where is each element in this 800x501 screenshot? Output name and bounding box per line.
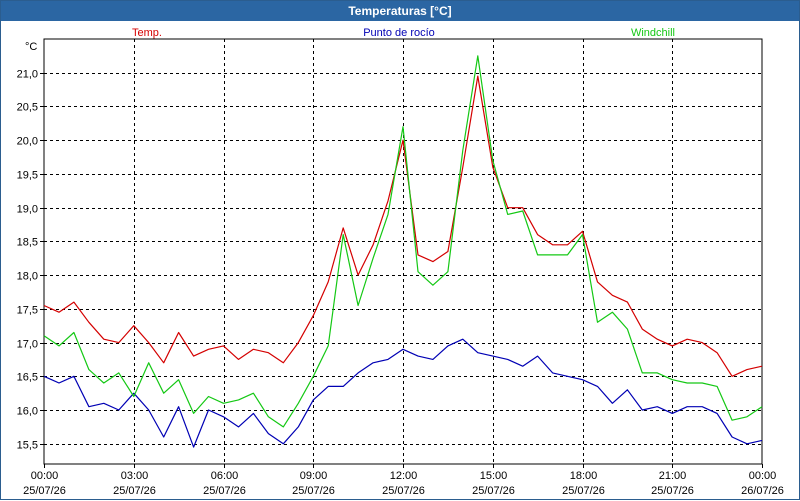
y-tick-label: 19,5 — [17, 170, 38, 182]
x-tick-date-label: 26/07/26 — [741, 485, 784, 497]
y-tick-label: 17,0 — [17, 339, 38, 351]
x-tick-date-label: 25/07/26 — [562, 485, 605, 497]
x-tick-date-label: 25/07/26 — [23, 485, 66, 497]
x-tick-date-label: 25/07/26 — [203, 485, 246, 497]
y-tick-label: 18,5 — [17, 237, 38, 249]
y-tick-label: 16,0 — [17, 406, 38, 418]
chart-window: Temperaturas [°C] 15,5 16,0 16,5 17,0 17,5 18… — [0, 0, 800, 500]
temperature-chart: 15,5 16,0 16,5 17,0 17,5 18,0 18,5 19,0 19,5 20,0… — [17, 27, 784, 497]
x-tick-time-label: 09:00 — [300, 470, 328, 482]
x-tick-time-label: 12:00 — [390, 470, 418, 482]
x-axis-ticks: 00:00 25/07/26 03:00 25/07/26 06:00 25/07/26 0… — [23, 464, 784, 497]
x-tick-date-label: 25/07/26 — [292, 485, 335, 497]
y-tick-label: 21,0 — [17, 69, 38, 81]
x-tick-time-label: 03:00 — [121, 470, 149, 482]
y-tick-label: 16,5 — [17, 372, 38, 384]
y-tick-label: 20,0 — [17, 136, 38, 148]
x-tick-time-label: 21:00 — [659, 470, 687, 482]
y-axis-unit-label: °C — [25, 41, 37, 53]
y-tick-label: 19,0 — [17, 204, 38, 216]
y-tick-label: 20,5 — [17, 102, 38, 114]
x-tick-date-label: 25/07/26 — [472, 485, 515, 497]
x-tick-time-label: 06:00 — [211, 470, 239, 482]
y-axis-ticks: 15,5 16,0 16,5 17,0 17,5 18,0 18,5 19,0 19,5 20,0… — [17, 69, 44, 452]
legend-dew-point: Punto de rocío — [363, 27, 435, 39]
legend-windchill: Windchill — [631, 27, 675, 39]
y-tick-label: 18,0 — [17, 271, 38, 283]
x-tick-time-label: 00:00 — [749, 470, 777, 482]
legend-temp: Temp. — [132, 27, 162, 39]
y-tick-label: 17,5 — [17, 305, 38, 317]
x-tick-date-label: 25/07/26 — [382, 485, 425, 497]
x-tick-time-label: 15:00 — [480, 470, 508, 482]
x-tick-date-label: 25/07/26 — [113, 485, 156, 497]
x-tick-date-label: 25/07/26 — [651, 485, 694, 497]
y-tick-label: 15,5 — [17, 440, 38, 452]
x-tick-time-label: 18:00 — [570, 470, 598, 482]
x-tick-time-label: 00:00 — [31, 470, 59, 482]
